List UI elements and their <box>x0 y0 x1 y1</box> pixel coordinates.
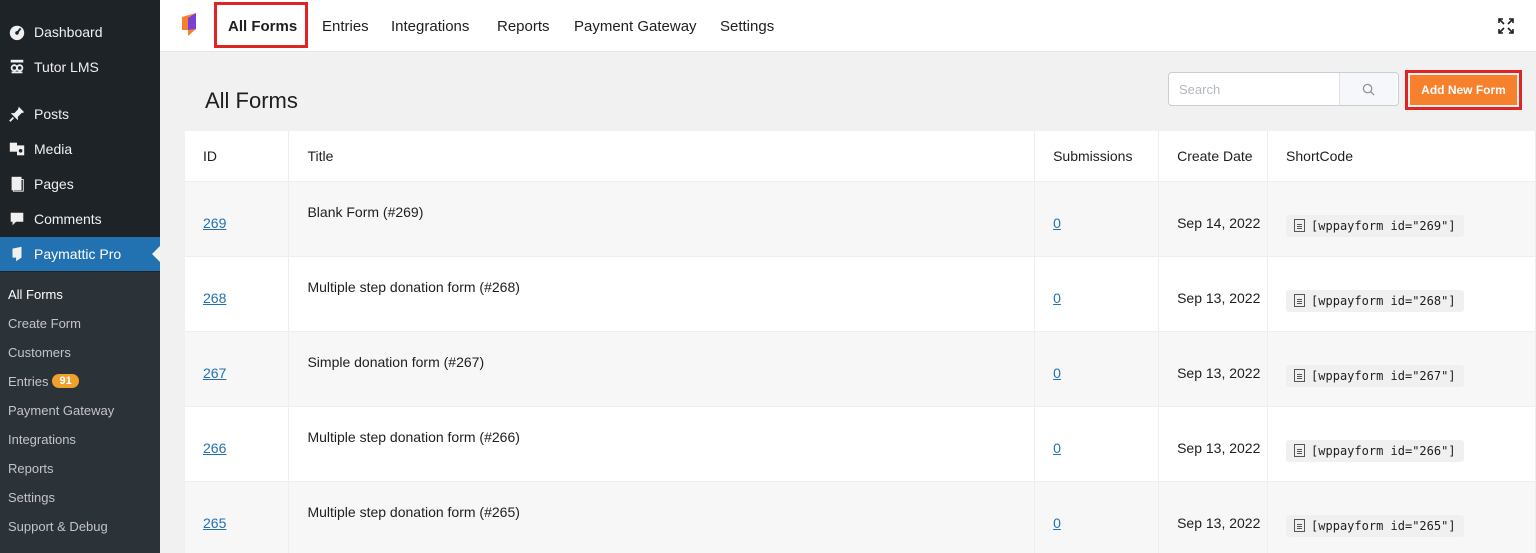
shortcode-copy[interactable]: [wppayform id="266"] <box>1286 439 1464 462</box>
sidebar-item-label: Posts <box>34 106 70 122</box>
paymattic-logo <box>180 12 200 38</box>
submenu-item-settings[interactable]: Settings <box>8 483 55 511</box>
search-input[interactable] <box>1169 73 1339 105</box>
column-header-title[interactable]: Title <box>288 131 1036 182</box>
tab-integrations[interactable]: Integrations <box>391 0 469 52</box>
tab-payment-gateway[interactable]: Payment Gateway <box>574 0 697 52</box>
search-box <box>1168 72 1399 106</box>
pin-icon <box>0 105 34 123</box>
sidebar-item-label: Dashboard <box>34 24 103 40</box>
sidebar-item-label: Comments <box>34 211 102 227</box>
tutor-icon <box>0 58 34 76</box>
submissions-link[interactable]: 0 <box>1053 440 1061 456</box>
shortcode-copy[interactable]: [wppayform id="269"] <box>1286 214 1464 237</box>
sidebar-item-label: Paymattic Pro <box>34 246 122 262</box>
media-icon <box>0 140 34 158</box>
form-title[interactable]: Blank Form (#269) <box>307 204 423 220</box>
create-date: Sep 13, 2022 <box>1177 439 1261 456</box>
paymattic-submenu: All Forms Create Form Customers Entries 9… <box>0 272 160 553</box>
document-icon <box>1294 519 1306 532</box>
page-title: All Forms <box>205 88 298 113</box>
shortcode-copy[interactable]: [wppayform id="268"] <box>1286 289 1464 312</box>
submenu-item-all-forms[interactable]: All Forms <box>8 280 63 308</box>
document-icon <box>1294 369 1306 382</box>
search-icon <box>1362 83 1375 96</box>
table-row: 268 Multiple step donation form (#268) 0… <box>185 256 1536 332</box>
submissions-link[interactable]: 0 <box>1053 215 1061 231</box>
submenu-item-create-form[interactable]: Create Form <box>8 309 81 337</box>
document-icon <box>1294 444 1306 457</box>
table-row: 267 Simple donation form (#267) 0 Sep 13… <box>185 331 1536 407</box>
form-id-link[interactable]: 268 <box>203 290 226 306</box>
document-icon <box>1294 219 1306 232</box>
form-id-link[interactable]: 267 <box>203 365 226 381</box>
form-title[interactable]: Multiple step donation form (#265) <box>307 504 519 520</box>
column-header-shortcode: ShortCode <box>1267 131 1536 182</box>
fullscreen-icon[interactable] <box>1498 18 1514 34</box>
shortcode-copy[interactable]: [wppayform id="265"] <box>1286 514 1464 537</box>
table-row: 265 Multiple step donation form (#265) 0… <box>185 481 1536 553</box>
submissions-link[interactable]: 0 <box>1053 290 1061 306</box>
form-id-link[interactable]: 265 <box>203 515 226 531</box>
document-icon <box>1294 294 1306 307</box>
sidebar-item-label: Pages <box>34 176 74 192</box>
sidebar-item-pages[interactable]: Pages <box>0 167 160 201</box>
search-button[interactable] <box>1339 73 1397 105</box>
table-row: 269 Blank Form (#269) 0 Sep 14, 2022 [wp… <box>185 181 1536 257</box>
tab-reports[interactable]: Reports <box>497 0 550 52</box>
create-date: Sep 14, 2022 <box>1177 214 1261 231</box>
sidebar-item-tutor-lms[interactable]: Tutor LMS <box>0 50 160 84</box>
tab-entries[interactable]: Entries <box>322 0 369 52</box>
admin-sidebar: Dashboard Tutor LMS Posts Media Pages Co… <box>0 0 160 553</box>
form-id-link[interactable]: 266 <box>203 440 226 456</box>
submissions-link[interactable]: 0 <box>1053 365 1061 381</box>
submenu-item-customers[interactable]: Customers <box>8 338 71 366</box>
form-title[interactable]: Simple donation form (#267) <box>307 354 484 370</box>
tab-settings[interactable]: Settings <box>720 0 774 52</box>
column-header-create-date[interactable]: Create Date <box>1158 131 1269 182</box>
paymattic-icon <box>0 245 34 263</box>
form-title[interactable]: Multiple step donation form (#268) <box>307 279 519 295</box>
sidebar-item-dashboard[interactable]: Dashboard <box>0 15 160 49</box>
main-content: All Forms Add New Form ID Title Submissi… <box>160 52 1536 553</box>
submenu-item-support-debug[interactable]: Support & Debug <box>8 512 108 540</box>
tab-all-forms[interactable]: All Forms <box>228 0 297 52</box>
submenu-item-payment-gateway[interactable]: Payment Gateway <box>8 396 114 424</box>
submenu-item-entries[interactable]: Entries 91 <box>8 367 79 395</box>
table-header-row: ID Title Submissions Create Date ShortCo… <box>185 131 1536 182</box>
dashboard-icon <box>0 23 34 41</box>
plugin-top-nav: All Forms Entries Integrations Reports P… <box>160 0 1536 52</box>
shortcode-copy[interactable]: [wppayform id="267"] <box>1286 364 1464 387</box>
comment-icon <box>0 210 34 228</box>
table-row: 266 Multiple step donation form (#266) 0… <box>185 406 1536 482</box>
sidebar-item-paymattic-pro[interactable]: Paymattic Pro <box>0 237 160 271</box>
submenu-item-integrations[interactable]: Integrations <box>8 425 76 453</box>
entries-count-badge: 91 <box>52 374 79 388</box>
form-id-link[interactable]: 269 <box>203 215 226 231</box>
create-date: Sep 13, 2022 <box>1177 364 1261 381</box>
sidebar-item-comments[interactable]: Comments <box>0 202 160 236</box>
column-header-id[interactable]: ID <box>185 131 290 182</box>
column-header-submissions[interactable]: Submissions <box>1034 131 1160 182</box>
forms-table: ID Title Submissions Create Date ShortCo… <box>185 131 1536 553</box>
page-icon <box>0 175 34 193</box>
submenu-item-reports[interactable]: Reports <box>8 454 54 482</box>
create-date: Sep 13, 2022 <box>1177 289 1261 306</box>
add-new-form-button[interactable]: Add New Form <box>1410 75 1517 105</box>
form-title[interactable]: Multiple step donation form (#266) <box>307 429 519 445</box>
sidebar-item-posts[interactable]: Posts <box>0 97 160 131</box>
sidebar-item-label: Media <box>34 141 73 157</box>
create-date: Sep 13, 2022 <box>1177 514 1261 531</box>
sidebar-item-label: Tutor LMS <box>34 59 99 75</box>
sidebar-item-media[interactable]: Media <box>0 132 160 166</box>
submissions-link[interactable]: 0 <box>1053 515 1061 531</box>
add-new-form-highlight: Add New Form <box>1405 70 1522 110</box>
